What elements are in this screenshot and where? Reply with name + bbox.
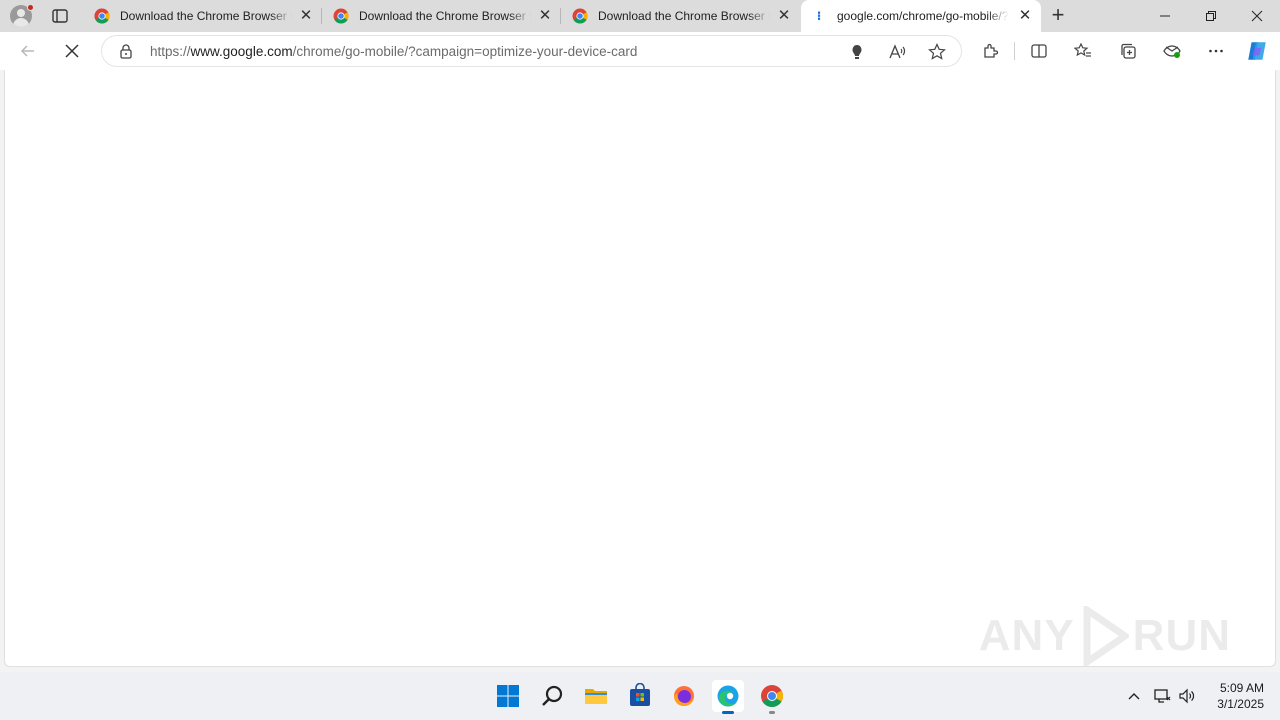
tab-active[interactable]: ⁝ google.com/chrome/go-mobile/?campaign …	[801, 0, 1041, 32]
favorite-star-icon[interactable]	[928, 43, 946, 61]
show-hidden-icons-chevron-icon[interactable]	[1124, 684, 1144, 708]
more-options-icon[interactable]	[1202, 37, 1230, 65]
chrome-icon[interactable]	[756, 680, 788, 714]
minimize-icon[interactable]	[1142, 0, 1188, 32]
start-windows-icon[interactable]	[492, 680, 524, 712]
window-controls	[1142, 0, 1280, 32]
tab-1[interactable]: Download the Chrome Browser for ✕	[84, 0, 322, 32]
tab-actions-icon[interactable]	[50, 6, 70, 26]
tab-close-icon[interactable]: ✕	[776, 8, 792, 24]
tab-close-icon[interactable]: ✕	[1017, 8, 1033, 24]
tab-close-icon[interactable]: ✕	[537, 8, 553, 24]
tab-title: Download the Chrome Browser for	[359, 9, 531, 23]
taskbar: 5:09 AM 3/1/2025	[0, 672, 1280, 720]
notification-dot	[27, 4, 34, 11]
file-explorer-icon[interactable]	[580, 680, 612, 712]
clock-time: 5:09 AM	[1219, 681, 1264, 695]
favorites-icon[interactable]	[1069, 37, 1097, 65]
search-icon[interactable]	[536, 680, 568, 712]
extensions-icon[interactable]	[977, 37, 1005, 65]
browser-essentials-icon[interactable]	[1158, 37, 1186, 65]
chrome-icon	[94, 8, 110, 24]
tracking-prevention-icon[interactable]	[848, 43, 866, 61]
firefox-icon[interactable]	[668, 680, 700, 712]
taskbar-clock[interactable]: 5:09 AM 3/1/2025	[1217, 680, 1264, 712]
watermark-text-left: ANY	[978, 611, 1075, 660]
close-window-icon[interactable]	[1234, 0, 1280, 32]
tab-title: Download the Chrome Browser for	[598, 9, 770, 23]
tab-strip: Download the Chrome Browser for ✕ Downlo…	[0, 0, 1280, 32]
site-info-lock-icon[interactable]	[118, 43, 134, 59]
watermark-text-right: RUN	[1132, 611, 1231, 660]
copilot-icon[interactable]	[1243, 37, 1271, 65]
chrome-icon	[333, 8, 349, 24]
anyrun-watermark: ANY RUN	[979, 606, 1231, 666]
collections-icon[interactable]	[1114, 37, 1142, 65]
restore-icon[interactable]	[1188, 0, 1234, 32]
page-content-blank[interactable]: ANY RUN	[4, 70, 1276, 667]
read-aloud-icon[interactable]	[888, 43, 906, 61]
volume-icon[interactable]	[1177, 684, 1197, 708]
loading-icon: ⁝	[816, 9, 822, 23]
split-screen-icon[interactable]	[1025, 37, 1053, 65]
network-icon[interactable]	[1152, 684, 1172, 708]
tab-title: google.com/chrome/go-mobile/?campaign	[837, 9, 1013, 23]
tab-2[interactable]: Download the Chrome Browser for ✕	[323, 0, 561, 32]
tab-title: Download the Chrome Browser for	[120, 9, 292, 23]
running-app-indicator	[769, 711, 775, 714]
active-app-indicator	[722, 711, 734, 714]
back-icon[interactable]	[14, 37, 42, 65]
edge-icon[interactable]	[712, 680, 744, 714]
tab-3[interactable]: Download the Chrome Browser for ✕	[562, 0, 800, 32]
chrome-icon	[572, 8, 588, 24]
toolbar: https://www.google.com/chrome/go-mobile/…	[0, 32, 1280, 70]
play-logo-icon	[1083, 606, 1129, 666]
new-tab-button[interactable]: +	[1046, 4, 1070, 28]
toolbar-divider	[1014, 42, 1015, 60]
url-text[interactable]: https://www.google.com/chrome/go-mobile/…	[150, 44, 637, 59]
address-bar[interactable]: https://www.google.com/chrome/go-mobile/…	[101, 35, 962, 67]
stop-loading-icon[interactable]	[58, 37, 86, 65]
clock-date: 3/1/2025	[1217, 697, 1264, 711]
microsoft-store-icon[interactable]	[624, 680, 656, 712]
tab-close-icon[interactable]: ✕	[298, 8, 314, 24]
